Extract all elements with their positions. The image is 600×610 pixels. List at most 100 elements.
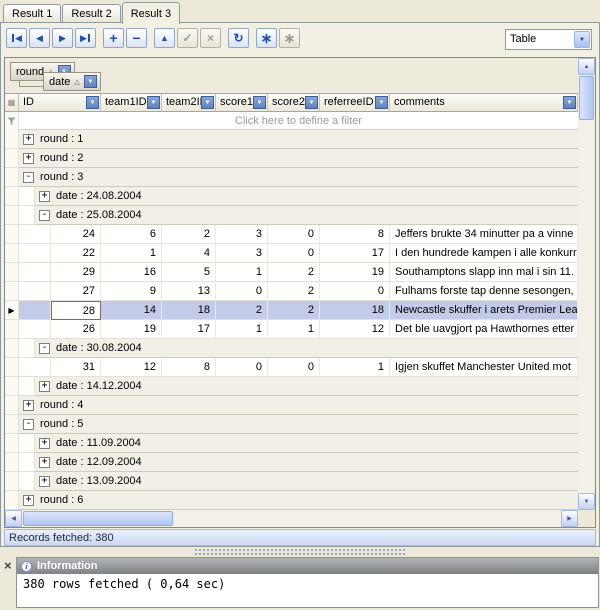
edit-record-button[interactable]: ▲ — [154, 28, 175, 48]
column-header-referreeid[interactable]: referreeID▼ — [320, 94, 390, 112]
horizontal-scrollbar[interactable]: ◀ ▶ — [5, 510, 578, 527]
group-row-bar[interactable]: +date : 24.08.2004 — [35, 187, 578, 206]
expand-icon[interactable]: + — [39, 476, 50, 487]
column-header-score1[interactable]: score1▼ — [216, 94, 268, 112]
cell-team1id[interactable]: 1 — [101, 244, 162, 263]
cell-id[interactable]: 29 — [51, 263, 101, 282]
chevron-down-icon[interactable]: ▼ — [574, 31, 590, 48]
cell-id[interactable]: 31 — [51, 358, 101, 377]
cell-team1id[interactable]: 9 — [101, 282, 162, 301]
column-header-team1id[interactable]: team1ID▼ — [101, 94, 162, 112]
group-row-bar[interactable]: -round : 5 — [19, 415, 578, 434]
expand-icon[interactable]: + — [23, 495, 34, 506]
cell-team1id[interactable]: 14 — [101, 301, 162, 320]
cell-score2[interactable]: 0 — [268, 225, 320, 244]
column-header-comments[interactable]: comments▼ — [390, 94, 578, 112]
view-mode-select[interactable]: Table ▼ — [505, 29, 592, 50]
scroll-right-button[interactable]: ▶ — [561, 510, 578, 527]
next-record-button[interactable]: ▶ — [52, 28, 73, 48]
cell-id[interactable]: 28 — [51, 301, 101, 320]
cell-referreeid[interactable]: 8 — [320, 225, 390, 244]
horizontal-scroll-thumb[interactable] — [23, 511, 173, 526]
fetch-all-button[interactable]: ∗ — [279, 28, 300, 48]
cell-team1id[interactable]: 12 — [101, 358, 162, 377]
cell-score2[interactable]: 2 — [268, 301, 320, 320]
filter-dropdown-icon[interactable]: ▼ — [86, 96, 99, 109]
cell-score2[interactable]: 0 — [268, 244, 320, 263]
filter-dropdown-icon[interactable]: ▼ — [84, 75, 97, 88]
cell-comments[interactable]: Igjen skuffet Manchester United mot — [390, 358, 578, 377]
cell-comments[interactable]: Fulhams forste tap denne sesongen, — [390, 282, 578, 301]
scroll-up-button[interactable]: ▲ — [578, 58, 595, 75]
group-row-bar[interactable]: +round : 2 — [19, 149, 578, 168]
group-row-bar[interactable]: +round : 6 — [19, 491, 578, 510]
cell-id[interactable]: 27 — [51, 282, 101, 301]
cell-team2id[interactable]: 18 — [162, 301, 216, 320]
cell-team1id[interactable]: 16 — [101, 263, 162, 282]
cell-score1[interactable]: 1 — [216, 320, 268, 339]
cell-comments[interactable]: Southamptons slapp inn mal i sin 11. li — [390, 263, 578, 282]
cell-comments[interactable]: Newcastle skuffer i arets Premier Lea — [390, 301, 578, 320]
cell-team2id[interactable]: 2 — [162, 225, 216, 244]
vertical-scroll-thumb[interactable] — [579, 76, 594, 120]
cell-score1[interactable]: 3 — [216, 225, 268, 244]
cell-team2id[interactable]: 13 — [162, 282, 216, 301]
cell-score2[interactable]: 1 — [268, 320, 320, 339]
collapse-icon[interactable]: - — [23, 419, 34, 430]
group-row-bar[interactable]: -round : 3 — [19, 168, 578, 187]
cancel-edit-button[interactable]: × — [200, 28, 221, 48]
panel-splitter[interactable] — [0, 547, 600, 557]
close-icon[interactable]: × — [4, 558, 12, 573]
cell-score1[interactable]: 3 — [216, 244, 268, 263]
cell-team2id[interactable]: 5 — [162, 263, 216, 282]
filter-dropdown-icon[interactable]: ▼ — [201, 96, 214, 109]
prev-record-button[interactable]: ◀ — [29, 28, 50, 48]
delete-record-button[interactable]: − — [126, 28, 147, 48]
cell-score2[interactable]: 2 — [268, 263, 320, 282]
expand-icon[interactable]: + — [39, 457, 50, 468]
column-header-id[interactable]: ID▼ — [19, 94, 101, 112]
cell-team2id[interactable]: 8 — [162, 358, 216, 377]
cell-score2[interactable]: 2 — [268, 282, 320, 301]
group-row-bar[interactable]: -date : 30.08.2004 — [35, 339, 578, 358]
cell-referreeid[interactable]: 19 — [320, 263, 390, 282]
filter-dropdown-icon[interactable]: ▼ — [147, 96, 160, 109]
expand-icon[interactable]: + — [23, 153, 34, 164]
cell-score1[interactable]: 2 — [216, 301, 268, 320]
group-row-bar[interactable]: +round : 4 — [19, 396, 578, 415]
cell-team1id[interactable]: 19 — [101, 320, 162, 339]
cell-id[interactable]: 22 — [51, 244, 101, 263]
expand-icon[interactable]: + — [39, 191, 50, 202]
cell-referreeid[interactable]: 1 — [320, 358, 390, 377]
first-record-button[interactable]: ◀ — [6, 28, 27, 48]
group-row-bar[interactable]: +date : 11.09.2004 — [35, 434, 578, 453]
cell-score1[interactable]: 0 — [216, 358, 268, 377]
post-edit-button[interactable]: ✓ — [177, 28, 198, 48]
tab-result-1[interactable]: Result 1 — [3, 4, 61, 23]
cell-score1[interactable]: 1 — [216, 263, 268, 282]
filter-dropdown-icon[interactable]: ▼ — [253, 96, 266, 109]
cell-team1id[interactable]: 6 — [101, 225, 162, 244]
tab-result-2[interactable]: Result 2 — [62, 4, 120, 23]
fetch-next-button[interactable]: ∗ — [256, 28, 277, 48]
column-header-team2id[interactable]: team2ID▼ — [162, 94, 216, 112]
column-header-score2[interactable]: score2▼ — [268, 94, 320, 112]
filter-dropdown-icon[interactable]: ▼ — [305, 96, 318, 109]
cell-referreeid[interactable]: 0 — [320, 282, 390, 301]
refresh-button[interactable]: ↻ — [228, 28, 249, 48]
group-row-bar[interactable]: -date : 25.08.2004 — [35, 206, 578, 225]
scroll-left-button[interactable]: ◀ — [5, 510, 22, 527]
cell-comments[interactable]: Det ble uavgjort pa Hawthornes etter — [390, 320, 578, 339]
group-row-bar[interactable]: +round : 1 — [19, 130, 578, 149]
insert-record-button[interactable]: + — [103, 28, 124, 48]
vertical-scrollbar[interactable]: ▲ ▼ — [578, 58, 595, 510]
expand-icon[interactable]: + — [39, 438, 50, 449]
tab-result-3[interactable]: Result 3 — [122, 2, 180, 24]
cell-comments[interactable]: I den hundrede kampen i alle konkurra — [390, 244, 578, 263]
cell-id[interactable]: 26 — [51, 320, 101, 339]
filter-dropdown-icon[interactable]: ▼ — [563, 96, 576, 109]
group-row-bar[interactable]: +date : 13.09.2004 — [35, 472, 578, 491]
expand-icon[interactable]: + — [39, 381, 50, 392]
collapse-icon[interactable]: - — [39, 343, 50, 354]
cell-referreeid[interactable]: 18 — [320, 301, 390, 320]
